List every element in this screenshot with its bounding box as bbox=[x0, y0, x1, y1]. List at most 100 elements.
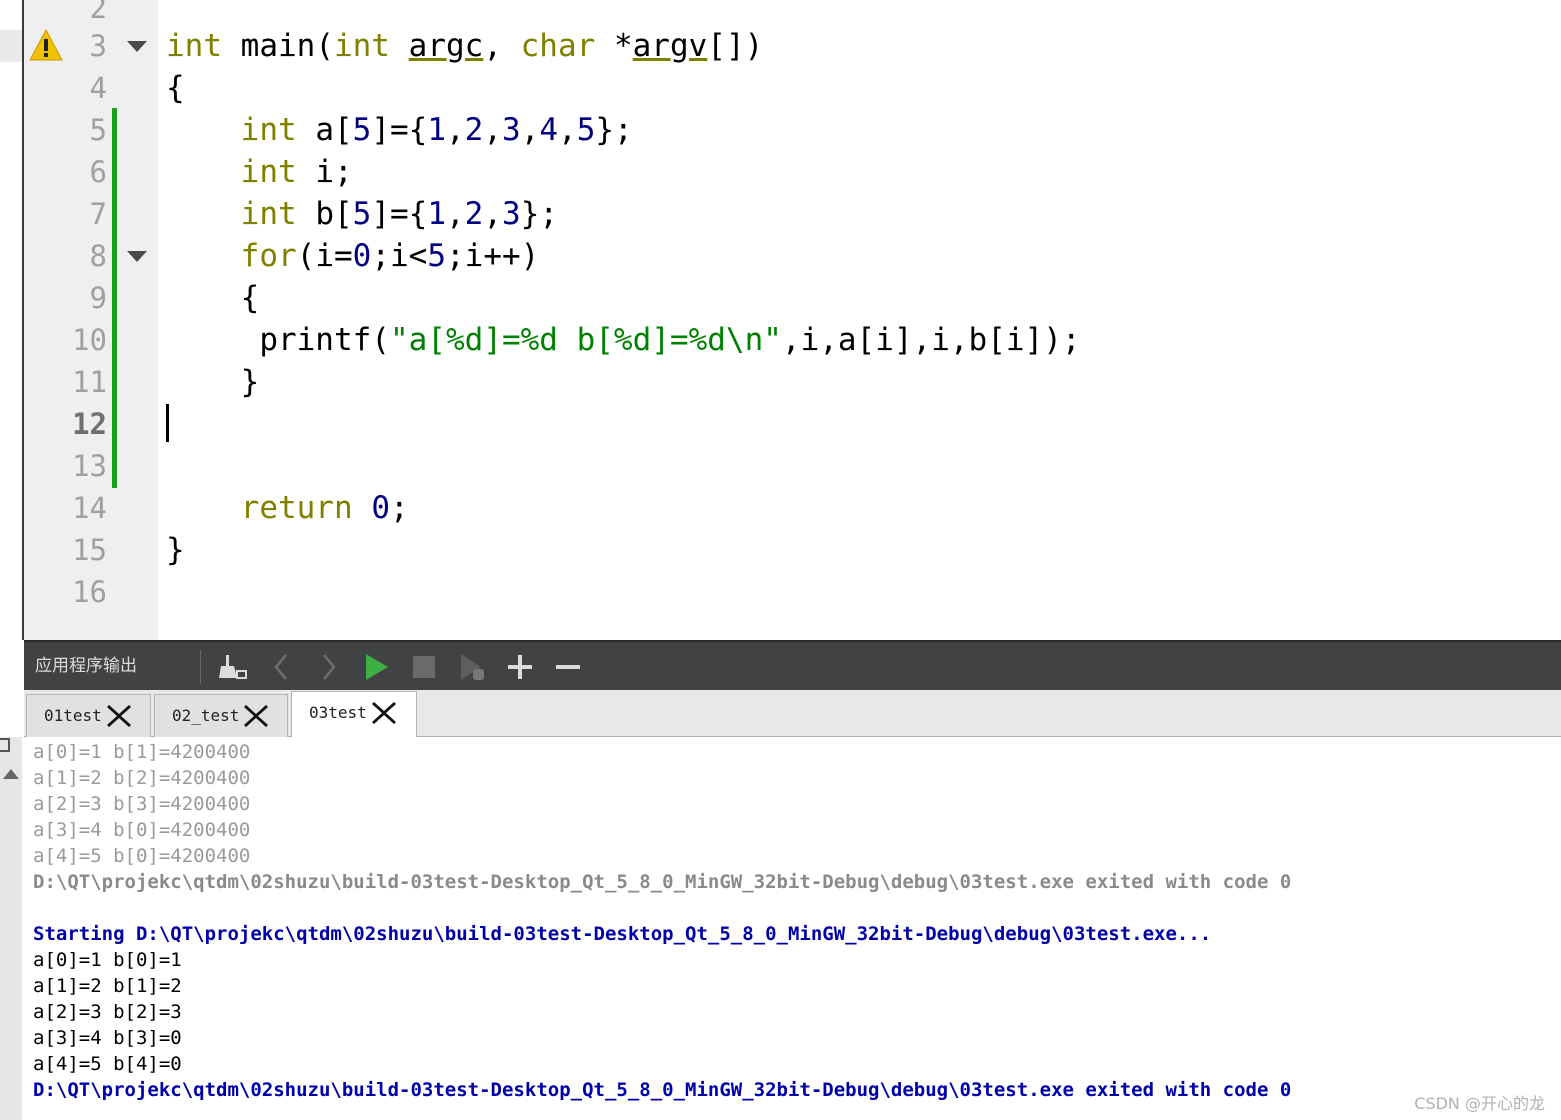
code-token: , bbox=[446, 112, 465, 148]
code-line: int i; bbox=[166, 151, 353, 193]
fold-arrow-icon[interactable] bbox=[127, 251, 147, 262]
chevron-left-icon bbox=[274, 654, 287, 680]
editor-left-margin bbox=[0, 0, 24, 640]
code-token: , bbox=[520, 112, 540, 148]
line-number: 10 bbox=[72, 323, 107, 357]
output-line: a[3]=4 b[3]=0 bbox=[33, 1027, 182, 1049]
code-token: 1 bbox=[427, 112, 446, 148]
code-token: , bbox=[446, 196, 465, 232]
zoom-out-button[interactable] bbox=[552, 651, 584, 683]
code-token: , bbox=[558, 112, 577, 148]
tab-03test[interactable]: 03test bbox=[291, 691, 417, 737]
plus-icon bbox=[508, 655, 532, 679]
code-line: } bbox=[166, 361, 260, 403]
line-number: 13 bbox=[72, 449, 107, 483]
code-token: for bbox=[240, 238, 297, 274]
code-token: 5 bbox=[352, 196, 372, 232]
side-controls bbox=[0, 737, 22, 1120]
output-line: a[1]=2 b[2]=4200400 bbox=[33, 767, 251, 789]
line-number: 14 bbox=[72, 491, 107, 525]
line-number: 11 bbox=[72, 365, 107, 399]
code-token: 0 bbox=[371, 490, 390, 526]
code-token: []) bbox=[707, 28, 764, 64]
code-token: , bbox=[483, 112, 503, 148]
close-tab-icon[interactable] bbox=[243, 703, 269, 729]
clear-output-button[interactable] bbox=[216, 651, 248, 683]
code-token: ;i++) bbox=[446, 238, 540, 274]
line-number: 16 bbox=[72, 575, 107, 609]
previous-item-button[interactable] bbox=[266, 651, 298, 683]
zoom-in-button[interactable] bbox=[504, 651, 536, 683]
panel-toggle-icon[interactable] bbox=[0, 738, 10, 752]
line-number: 7 bbox=[89, 197, 107, 231]
minus-icon bbox=[556, 665, 580, 669]
code-token: i; bbox=[296, 154, 353, 190]
code-token: int bbox=[166, 28, 222, 64]
close-tab-icon[interactable] bbox=[371, 700, 397, 726]
tab-02_test[interactable]: 02_test bbox=[154, 694, 288, 737]
code-token: return bbox=[240, 490, 353, 526]
fold-arrow-icon[interactable] bbox=[127, 41, 147, 52]
code-line: for(i=0;i<5;i++) bbox=[166, 235, 540, 277]
code-token: 3 bbox=[502, 196, 521, 232]
watermark: CSDN @开心的龙 bbox=[1414, 1094, 1545, 1113]
output-line: a[2]=3 b[2]=3 bbox=[33, 1001, 182, 1023]
code-token: }; bbox=[520, 196, 559, 232]
output-line: a[4]=5 b[0]=4200400 bbox=[33, 845, 251, 867]
line-number: 8 bbox=[89, 239, 107, 273]
tab-label: 03test bbox=[309, 703, 367, 722]
attach-debugger-button[interactable] bbox=[456, 651, 488, 683]
code-line: { bbox=[166, 277, 260, 319]
output-line: a[0]=1 b[1]=4200400 bbox=[33, 741, 251, 763]
output-line: a[1]=2 b[1]=2 bbox=[33, 975, 182, 997]
code-token: } bbox=[240, 364, 260, 400]
stop-icon bbox=[413, 656, 435, 678]
code-token: , bbox=[483, 28, 521, 64]
code-token: ]={ bbox=[371, 196, 428, 232]
code-token: int bbox=[240, 154, 297, 190]
code-line: int main(int argc, char *argv[]) bbox=[166, 25, 763, 67]
exit-message: D:\QT\projekc\qtdm\02shuzu\build-03test-… bbox=[33, 1079, 1292, 1101]
line-number: 3 bbox=[89, 29, 107, 63]
pane-title: 应用程序输出 bbox=[35, 656, 137, 676]
stop-button[interactable] bbox=[408, 651, 440, 683]
scroll-up-arrow-icon[interactable] bbox=[3, 769, 19, 779]
line-number: 6 bbox=[89, 155, 107, 189]
code-token: 3 bbox=[502, 112, 521, 148]
play-icon bbox=[366, 654, 388, 680]
code-token: int bbox=[240, 196, 297, 232]
line-number: 9 bbox=[89, 281, 107, 315]
rerun-button[interactable] bbox=[360, 651, 392, 683]
close-tab-icon[interactable] bbox=[106, 703, 132, 729]
code-token: a[ bbox=[296, 112, 353, 148]
code-token: 4 bbox=[539, 112, 559, 148]
code-token: int bbox=[240, 112, 297, 148]
debug-run-icon bbox=[461, 654, 484, 680]
code-token: , bbox=[483, 196, 503, 232]
string-literal: "a[%d]=%d b[%d]=%d\n" bbox=[389, 322, 782, 358]
code-token: char bbox=[520, 28, 596, 64]
code-line: int b[5]={1,2,3}; bbox=[166, 193, 558, 235]
output-line: a[2]=3 b[3]=4200400 bbox=[33, 793, 251, 815]
toolbar-separator bbox=[200, 650, 201, 684]
application-output[interactable]: a[0]=1 b[1]=4200400 a[1]=2 b[2]=4200400 … bbox=[24, 737, 1561, 1120]
code-line: printf("a[%d]=%d b[%d]=%d\n",i,a[i],i,b[… bbox=[166, 319, 1081, 361]
code-token: b[ bbox=[296, 196, 353, 232]
tab-01test[interactable]: 01test bbox=[26, 694, 151, 737]
output-pane-toolbar: 应用程序输出 bbox=[24, 640, 1561, 690]
code-token: 0 bbox=[352, 238, 372, 274]
code-token: ; bbox=[389, 490, 409, 526]
code-editor[interactable]: 2 3 4 5 6 7 8 9 10 11 12 13 14 15 16 int… bbox=[0, 0, 1561, 640]
next-item-button[interactable] bbox=[312, 651, 344, 683]
code-token: (i= bbox=[296, 238, 353, 274]
code-token: ]={ bbox=[371, 112, 428, 148]
code-token: ,i,a[i],i,b[i]); bbox=[781, 322, 1081, 358]
start-message: Starting D:\QT\projekc\qtdm\02shuzu\buil… bbox=[33, 923, 1212, 945]
line-number: 5 bbox=[89, 113, 107, 147]
code-token: }; bbox=[595, 112, 633, 148]
change-indicator-bar bbox=[112, 108, 117, 488]
code-token: { bbox=[240, 280, 260, 316]
code-token: 5 bbox=[427, 238, 446, 274]
